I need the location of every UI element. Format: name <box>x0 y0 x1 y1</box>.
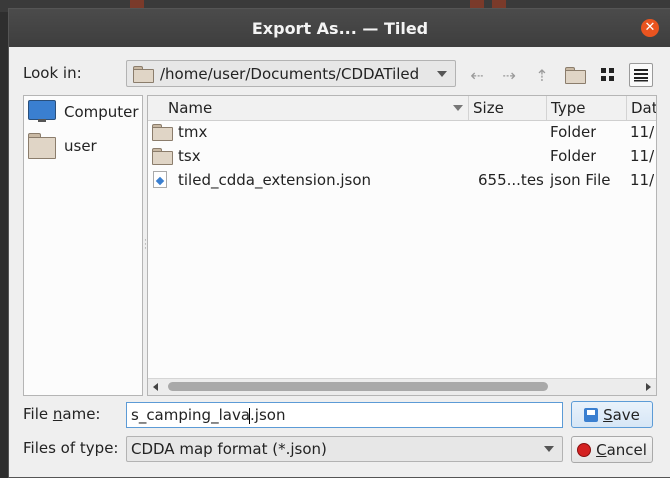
new-folder-button[interactable] <box>563 63 587 87</box>
column-header-name[interactable]: Name <box>148 96 468 120</box>
json-file-icon <box>153 171 167 188</box>
close-button[interactable]: ✕ <box>641 19 659 37</box>
file-type-select[interactable]: CDDA map format (*.json) <box>126 436 563 462</box>
new-folder-icon <box>565 67 586 84</box>
window-title: Export As... — Tiled <box>251 18 429 38</box>
list-view-button[interactable] <box>596 63 620 87</box>
file-type: Folder <box>550 123 597 141</box>
table-row[interactable]: tiled_cdda_extension.json 655...tes json… <box>148 168 656 192</box>
scroll-right-icon[interactable] <box>646 383 651 391</box>
file-size: 655...tes <box>478 171 544 189</box>
close-icon: ✕ <box>644 20 656 35</box>
file-type-label: Files of type: <box>23 439 119 457</box>
column-header-type[interactable]: Type <box>546 96 626 120</box>
computer-icon <box>28 100 56 124</box>
forward-button[interactable]: ⇢ <box>497 63 521 87</box>
save-button[interactable]: Save <box>571 401 653 428</box>
look-in-label: Look in: <box>23 64 82 82</box>
sidebar-item-user[interactable]: user <box>28 131 97 161</box>
folder-icon <box>133 65 154 83</box>
horizontal-scrollbar[interactable] <box>148 378 656 395</box>
file-date: 11/ <box>630 171 655 189</box>
arrow-up-icon: ⇡ <box>535 65 549 85</box>
column-header-date[interactable]: Dat <box>626 96 656 120</box>
file-name: tsx <box>178 147 201 165</box>
save-label: Save <box>603 405 640 424</box>
file-name-label: File name: <box>23 405 101 423</box>
arrow-right-icon: ⇢ <box>502 65 516 85</box>
file-name: tmx <box>178 123 208 141</box>
detail-view-icon <box>634 69 648 82</box>
chevron-down-icon <box>437 70 447 77</box>
export-dialog: Export As... — Tiled ✕ Look in: /home/us… <box>8 8 670 478</box>
file-name: tiled_cdda_extension.json <box>178 171 372 189</box>
file-name-input[interactable]: s_camping_lava.json <box>126 402 563 428</box>
sidebar: Computer user <box>23 95 143 396</box>
sidebar-item-label: user <box>64 137 97 155</box>
cancel-icon <box>577 442 592 457</box>
table-row[interactable]: tsx Folder 11/ <box>148 144 656 168</box>
folder-icon <box>152 148 173 165</box>
look-in-combo[interactable]: /home/user/Documents/CDDATiled <box>126 60 456 87</box>
arrow-left-icon: ⇠ <box>470 65 484 85</box>
back-button[interactable]: ⇠ <box>465 63 489 87</box>
file-date: 11/ <box>630 123 655 141</box>
file-type: json File <box>550 171 611 189</box>
chevron-down-icon <box>544 446 554 452</box>
save-icon <box>584 407 599 422</box>
list-view-icon <box>601 68 614 81</box>
parent-directory-button[interactable]: ⇡ <box>530 63 554 87</box>
file-date: 11/ <box>630 147 655 165</box>
folder-icon <box>28 133 56 159</box>
file-list: Name Size Type Dat tmx Folder 11/ tsx Fo… <box>147 95 657 396</box>
cancel-label: Cancel <box>596 440 647 459</box>
file-type-value: CDDA map format (*.json) <box>131 440 327 458</box>
sidebar-item-label: Computer <box>64 103 139 121</box>
sidebar-item-computer[interactable]: Computer <box>28 97 139 127</box>
splitter-handle[interactable]: · · · <box>144 237 147 254</box>
scrollbar-thumb[interactable] <box>168 382 548 391</box>
folder-icon <box>152 124 173 141</box>
scroll-left-icon[interactable] <box>153 383 158 391</box>
column-header-size[interactable]: Size <box>468 96 546 120</box>
file-list-header: Name Size Type Dat <box>148 96 656 121</box>
table-row[interactable]: tmx Folder 11/ <box>148 120 656 144</box>
file-type: Folder <box>550 147 597 165</box>
detail-view-button[interactable] <box>629 63 653 87</box>
sort-descending-icon <box>453 105 463 111</box>
title-bar: Export As... — Tiled ✕ <box>9 9 670 47</box>
cancel-button[interactable]: Cancel <box>571 436 653 463</box>
look-in-path: /home/user/Documents/CDDATiled <box>160 64 420 83</box>
